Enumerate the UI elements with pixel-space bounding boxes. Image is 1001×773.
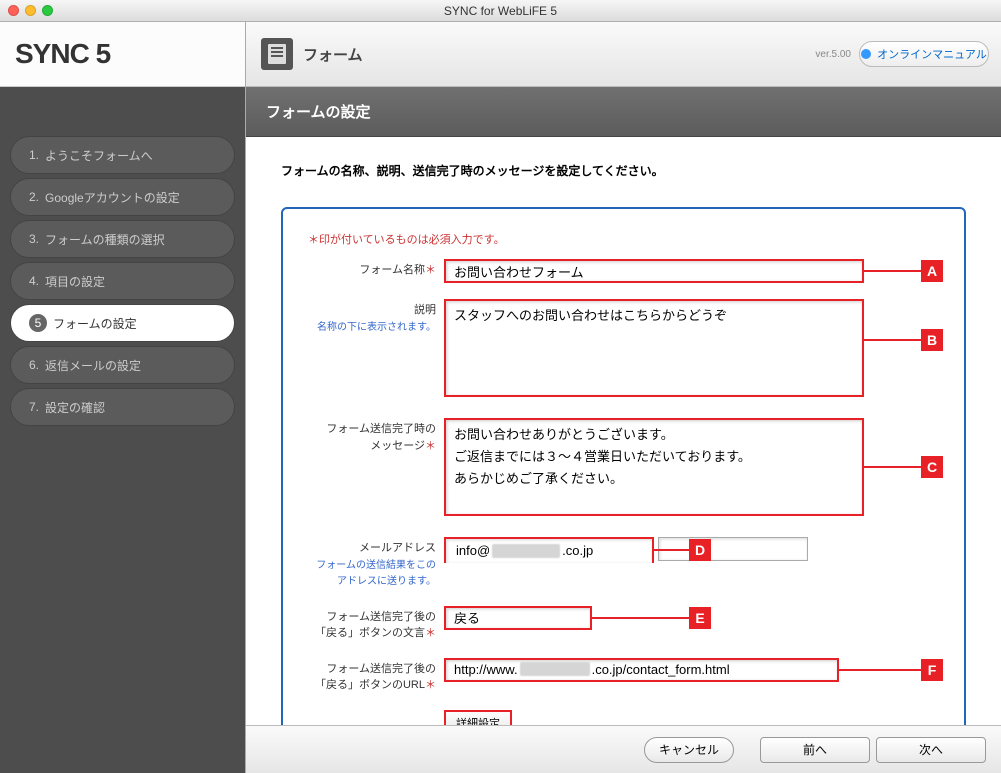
sidebar-item-google-account[interactable]: 2.Googleアカウントの設定 xyxy=(10,178,235,216)
form-name-input[interactable] xyxy=(444,259,864,283)
sidebar-item-form-type[interactable]: 3.フォームの種類の選択 xyxy=(10,220,235,258)
return-text-label: フォーム送信完了後の 「戻る」ボタンの文言 xyxy=(315,611,436,640)
email-label: メールアドレス xyxy=(359,542,436,554)
instruction-text: フォームの名称、説明、送信完了時のメッセージを設定してください。 xyxy=(281,162,966,179)
email-hint: フォームの送信結果をこのアドレスに送ります。 xyxy=(316,560,436,588)
form-box: ＊印が付いているものは必須入力です。 フォーム名称＊ A 説明 xyxy=(281,207,966,725)
next-button[interactable]: 次へ xyxy=(876,737,986,763)
sidebar-item-reply-mail[interactable]: 6.返信メールの設定 xyxy=(10,346,235,384)
cancel-button[interactable]: キャンセル xyxy=(644,737,734,763)
sidebar-item-confirm[interactable]: 7.設定の確認 xyxy=(10,388,235,426)
form-icon xyxy=(261,38,293,70)
complete-msg-textarea[interactable]: お問い合わせありがとうございます。 ご返信までには３～４営業日いただいております… xyxy=(444,418,864,516)
description-textarea[interactable]: スタッフへのお問い合わせはこちらからどうぞ xyxy=(444,299,864,397)
sidebar-item-form-settings[interactable]: 5フォームの設定 xyxy=(10,304,235,342)
return-url-label: フォーム送信完了後の 「戻る」ボタンのURL xyxy=(315,663,436,692)
callout-a: A xyxy=(921,260,943,282)
content-area: フォームの名称、説明、送信完了時のメッセージを設定してください。 ＊印が付いてい… xyxy=(246,137,1001,725)
content-header: フォーム ver.5.00 オンラインマニュアル xyxy=(246,22,1001,87)
return-text-input[interactable] xyxy=(444,606,592,630)
dot-icon xyxy=(861,49,871,59)
section-header: フォームの設定 xyxy=(246,87,1001,137)
header-title: フォーム xyxy=(303,44,363,65)
online-manual-button[interactable]: オンラインマニュアル xyxy=(859,41,989,67)
callout-e: E xyxy=(689,607,711,629)
window-titlebar: SYNC for WebLiFE 5 xyxy=(0,0,1001,22)
description-label: 説明 xyxy=(414,304,436,316)
app-logo: SYNC 5 xyxy=(0,22,245,87)
required-note: ＊印が付いているものは必須入力です。 xyxy=(308,231,939,247)
sidebar-nav: 1.ようこそフォームへ 2.Googleアカウントの設定 3.フォームの種類の選… xyxy=(0,87,245,773)
callout-f: F xyxy=(921,659,943,681)
complete-msg-label: フォーム送信完了時の メッセージ xyxy=(326,423,436,452)
sidebar-item-fields[interactable]: 4.項目の設定 xyxy=(10,262,235,300)
window-title: SYNC for WebLiFE 5 xyxy=(444,4,557,18)
version-label: ver.5.00 xyxy=(815,49,851,60)
minimize-window-button[interactable] xyxy=(25,5,36,16)
close-window-button[interactable] xyxy=(8,5,19,16)
form-name-label: フォーム名称 xyxy=(359,264,425,276)
email-input[interactable] xyxy=(446,539,652,563)
detail-settings-button[interactable]: 詳細設定 xyxy=(444,710,512,726)
callout-b: B xyxy=(921,329,943,351)
return-url-input[interactable] xyxy=(444,658,839,682)
footer-bar: キャンセル 前へ 次へ xyxy=(246,725,1001,773)
description-hint: 名称の下に表示されます。 xyxy=(317,322,436,333)
prev-button[interactable]: 前へ xyxy=(760,737,870,763)
sidebar-item-welcome[interactable]: 1.ようこそフォームへ xyxy=(10,136,235,174)
callout-d: D xyxy=(689,539,711,561)
callout-c: C xyxy=(921,456,943,478)
zoom-window-button[interactable] xyxy=(42,5,53,16)
